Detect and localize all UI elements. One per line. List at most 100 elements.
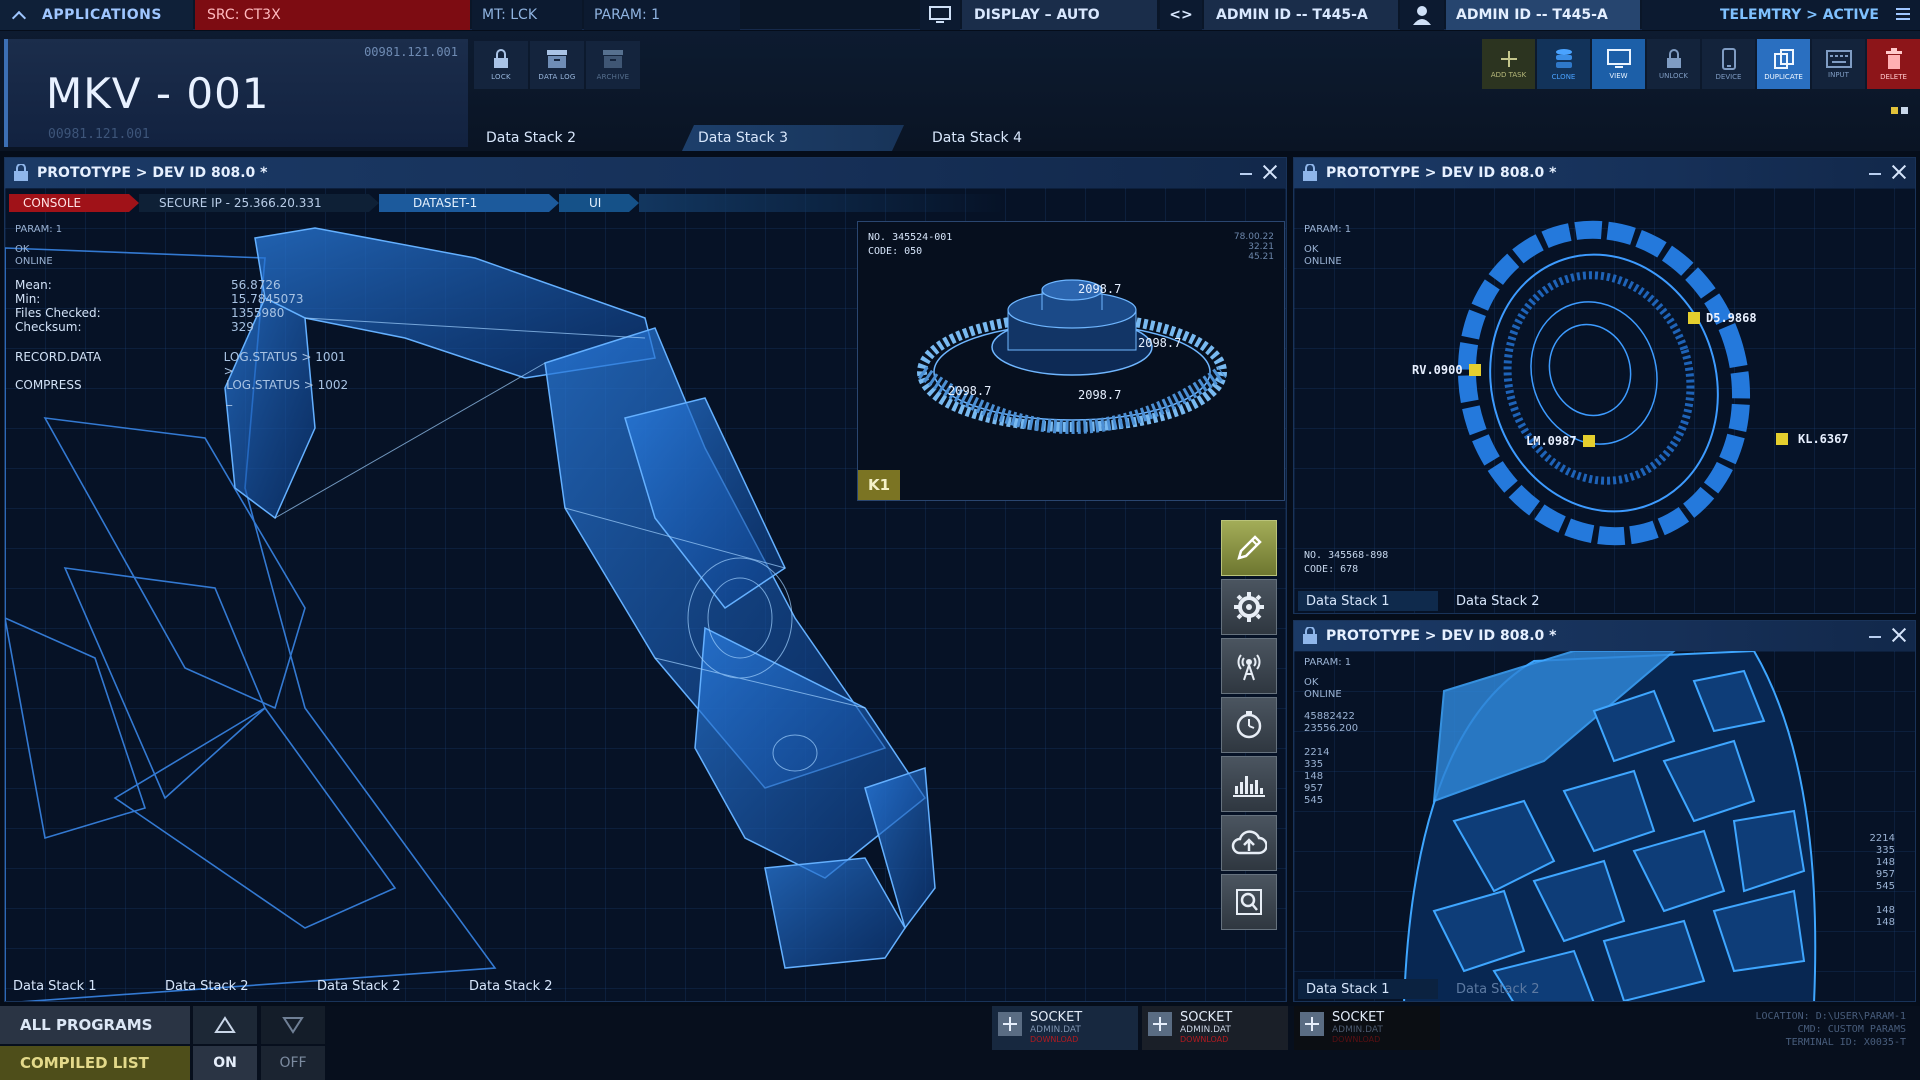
lock-icon bbox=[1303, 627, 1317, 644]
page-title: MKV - 001 bbox=[46, 69, 270, 118]
phone-icon bbox=[1721, 47, 1736, 70]
socket-1[interactable]: SOCKET ADMIN.DAT DOWNLOAD bbox=[992, 1006, 1138, 1050]
terminal-id: TERMINAL ID: X0035-T bbox=[1785, 1037, 1906, 1048]
gear-label-4: 2098.7 bbox=[1078, 388, 1122, 402]
gear-icon[interactable] bbox=[1221, 579, 1277, 635]
socket-2[interactable]: SOCKET ADMIN.DAT DOWNLOAD bbox=[1142, 1006, 1288, 1050]
wireframe-mesh[interactable] bbox=[1294, 651, 1916, 1002]
ring-panel-title: PROTOTYPE > DEV ID 808.0 * bbox=[1326, 165, 1557, 181]
close-icon[interactable] bbox=[1262, 164, 1278, 180]
tab-data-stack-1[interactable]: Data Stack 1 bbox=[1298, 591, 1438, 611]
value-b-1: 2214 bbox=[1304, 747, 1330, 758]
applications-menu[interactable]: APPLICATIONS bbox=[0, 0, 193, 30]
ui-tab[interactable]: UI bbox=[559, 194, 639, 212]
tab-data-stack-2[interactable]: Data Stack 2 bbox=[165, 979, 317, 997]
value-b-2: 335 bbox=[1304, 759, 1324, 770]
keyboard-icon bbox=[1825, 49, 1852, 68]
socket-3[interactable]: SOCKET ADMIN.DAT DOWNLOAD bbox=[1294, 1006, 1440, 1050]
console-tab[interactable]: CONSOLE bbox=[9, 194, 139, 212]
triangle-up-icon[interactable] bbox=[193, 1006, 257, 1044]
gear-preview-inset[interactable]: NO. 345524-001 CODE: 050 78.00.22 32.21 … bbox=[857, 221, 1285, 501]
admin-id-secondary[interactable]: ADMIN ID -- T445-A bbox=[1446, 0, 1640, 30]
minimize-icon[interactable] bbox=[1240, 173, 1252, 175]
marker-d5[interactable]: D5.9868 bbox=[1688, 311, 1757, 325]
search-icon[interactable] bbox=[1221, 874, 1277, 930]
tab-data-stack-4[interactable]: Data Stack 4 bbox=[904, 125, 1104, 151]
param-label: PARAM: 1 bbox=[1304, 224, 1352, 235]
tab-data-stack-3[interactable]: Data Stack 3 bbox=[682, 125, 904, 151]
close-icon[interactable] bbox=[1891, 627, 1907, 643]
admin-id-primary[interactable]: ADMIN ID -- T445-A bbox=[1204, 0, 1398, 30]
user-icon[interactable] bbox=[1400, 0, 1444, 30]
all-programs-button[interactable]: ALL PROGRAMS bbox=[0, 1006, 190, 1044]
off-toggle[interactable]: OFF bbox=[261, 1046, 325, 1080]
console-label: CONSOLE bbox=[23, 196, 82, 210]
close-icon[interactable] bbox=[1891, 164, 1907, 180]
main-panel-title: PROTOTYPE > DEV ID 808.0 * bbox=[37, 165, 268, 181]
input-button[interactable]: INPUT bbox=[1812, 39, 1865, 89]
compress-row: COMPRESS LOG.STATUS > 1002 _ bbox=[15, 378, 349, 406]
source-indicator: SRC: CT3X bbox=[195, 0, 470, 30]
minimize-icon[interactable] bbox=[1869, 636, 1881, 638]
device-label: DEVICE bbox=[1715, 72, 1742, 81]
code-icon[interactable]: <> bbox=[1160, 0, 1202, 30]
tab-data-stack-2[interactable]: Data Stack 2 bbox=[1438, 979, 1578, 999]
lock-icon bbox=[1666, 48, 1681, 68]
triangle-down-icon[interactable] bbox=[261, 1006, 325, 1044]
duplicate-button[interactable]: DUPLICATE bbox=[1757, 39, 1810, 89]
view-button[interactable]: VIEW bbox=[1592, 39, 1645, 89]
cloud-upload-icon[interactable] bbox=[1221, 815, 1277, 871]
marker-kl[interactable]: KL.6367 bbox=[1776, 432, 1849, 446]
status-bar-fade bbox=[639, 194, 1009, 212]
compiled-list-button[interactable]: COMPILED LIST bbox=[0, 1046, 190, 1080]
data-log-button[interactable]: DATA LOG bbox=[530, 41, 584, 89]
minimize-icon[interactable] bbox=[1869, 173, 1881, 175]
tab-data-stack-1[interactable]: Data Stack 1 bbox=[1298, 979, 1438, 999]
gear-label-2: 2098.7 bbox=[1138, 336, 1182, 350]
tab-data-stack-2c[interactable]: Data Stack 2 bbox=[469, 979, 621, 997]
mesh-viewport-grid bbox=[1294, 651, 1915, 1001]
pencil-icon[interactable] bbox=[1221, 520, 1277, 576]
record-data-row: RECORD.DATA LOG.STATUS > 1001 > bbox=[15, 350, 346, 378]
timer-icon[interactable] bbox=[1221, 697, 1277, 753]
clone-button[interactable]: CLONE bbox=[1537, 39, 1590, 89]
status-ok: OK bbox=[15, 244, 30, 255]
database-icon bbox=[1555, 48, 1572, 68]
dataset-tab[interactable]: DATASET-1 bbox=[379, 194, 559, 212]
clone-label: CLONE bbox=[1551, 72, 1576, 81]
delete-label: DELETE bbox=[1880, 72, 1907, 81]
tab-data-stack-2b[interactable]: Data Stack 2 bbox=[317, 979, 469, 997]
value-b-3: 148 bbox=[1304, 771, 1324, 782]
k1-tag[interactable]: K1 bbox=[858, 470, 900, 500]
gear-label-1: 2098.7 bbox=[1078, 282, 1122, 296]
tab-data-stack-2[interactable]: Data Stack 2 bbox=[1438, 591, 1578, 611]
mesh-stack-tabs: Data Stack 1 Data Stack 2 bbox=[1298, 979, 1578, 999]
add-task-button[interactable]: ADD TASK bbox=[1482, 39, 1535, 89]
status-ok: OK bbox=[1304, 677, 1319, 688]
stat-checksum: Checksum: 329 bbox=[15, 320, 254, 334]
chart-icon[interactable] bbox=[1221, 756, 1277, 812]
monitor-icon[interactable] bbox=[920, 0, 960, 30]
stat-mean: Mean: 56.8726 bbox=[15, 278, 281, 292]
plus-icon bbox=[998, 1012, 1022, 1036]
on-toggle[interactable]: ON bbox=[193, 1046, 257, 1080]
marker-rv[interactable]: RV.0900 bbox=[1412, 363, 1481, 377]
ring-number: NO. 345568-898 bbox=[1304, 550, 1389, 561]
status-ok: OK bbox=[1304, 244, 1319, 255]
location-path: LOCATION: D:\USER\PARAM-1 bbox=[1755, 1011, 1906, 1022]
delete-button[interactable]: DELETE bbox=[1867, 39, 1920, 89]
input-label: INPUT bbox=[1828, 70, 1849, 79]
display-mode-button[interactable]: DISPLAY – AUTO bbox=[962, 0, 1157, 30]
device-button[interactable]: DEVICE bbox=[1702, 39, 1755, 89]
tab-data-stack-2[interactable]: Data Stack 2 bbox=[470, 125, 682, 151]
marker-lm[interactable]: LM.0987 bbox=[1526, 434, 1595, 448]
antenna-icon[interactable] bbox=[1221, 638, 1277, 694]
archive-button[interactable]: ARCHIVE bbox=[586, 41, 640, 89]
hamburger-menu-icon[interactable] bbox=[1896, 8, 1910, 20]
gear-wireframe bbox=[917, 279, 1227, 434]
lock-button[interactable]: LOCK bbox=[474, 41, 528, 89]
monitor-icon bbox=[1606, 48, 1631, 68]
tab-data-stack-1[interactable]: Data Stack 1 bbox=[13, 979, 165, 997]
unlock-button[interactable]: UNLOCK bbox=[1647, 39, 1700, 89]
main-panel-header: PROTOTYPE > DEV ID 808.0 * bbox=[5, 158, 1286, 188]
